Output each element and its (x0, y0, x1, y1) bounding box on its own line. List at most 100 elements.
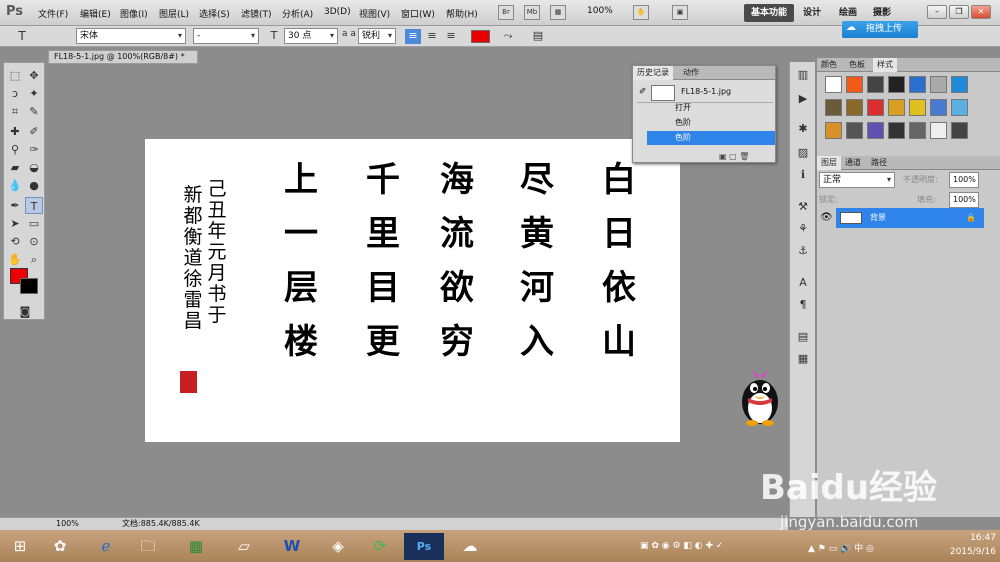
refresh-app-icon[interactable]: ⟳ (360, 533, 400, 560)
menu-filter[interactable]: 滤镜(T) (241, 7, 272, 20)
background-color[interactable] (20, 278, 38, 294)
adjustments-icon[interactable]: ✱ (794, 122, 812, 138)
clock-time[interactable]: 16:47 (948, 533, 996, 543)
chat-app-icon[interactable]: ◈ (318, 533, 358, 560)
notes-icon[interactable]: ▦ (794, 352, 812, 368)
tab-history[interactable]: 历史记录 (633, 66, 673, 80)
crop-tool-icon[interactable]: ⌗ (6, 103, 24, 120)
rectangle-tool-icon[interactable]: ▭ (25, 215, 43, 232)
canvas-image[interactable]: 白日依山 尽黄河入 海流欲穷 千里目更 上一层楼 己丑年元月书于 新都衡道徐雷昌 (145, 139, 680, 442)
file-explorer-icon[interactable]: 🗀 (128, 533, 168, 560)
swatches-icon[interactable]: ▥ (794, 68, 812, 84)
tool-preset-icon[interactable]: ⚓ (794, 244, 812, 260)
3d-orbit-icon[interactable]: ⊙ (25, 233, 43, 250)
style-swatch[interactable] (888, 122, 905, 139)
start-icon[interactable]: ⊞ (0, 533, 40, 560)
tab-actions[interactable]: 动作 (679, 66, 703, 80)
menu-3d[interactable]: 3D(D) (324, 7, 351, 17)
tab-paths[interactable]: 路径 (867, 156, 891, 170)
style-swatch[interactable] (825, 99, 842, 116)
menu-file[interactable]: 文件(F) (38, 7, 68, 20)
dodge-tool-icon[interactable]: ● (25, 177, 43, 194)
layer-comps-icon[interactable]: ▤ (794, 330, 812, 346)
blend-mode-select[interactable]: 正常 ▾ (819, 172, 895, 188)
zoom-select[interactable]: 100% (587, 6, 613, 16)
notebook-icon[interactable]: ▱ (224, 533, 264, 560)
layer-row-background[interactable]: 背景 🔒 (836, 208, 984, 228)
screen-mode-icon[interactable]: ▣ (672, 5, 688, 20)
clone-stamp-icon[interactable]: ⚲ (6, 141, 24, 158)
hand-icon[interactable]: ✋ (633, 5, 649, 20)
brush-tool-icon[interactable]: ✐ (25, 123, 43, 140)
style-swatch[interactable] (867, 122, 884, 139)
menu-select[interactable]: 选择(S) (199, 7, 230, 20)
hand-tool-icon[interactable]: ✋ (6, 251, 24, 268)
paint-bucket-icon[interactable]: ◒ (25, 159, 43, 176)
clone-source-icon[interactable]: ⚘ (794, 222, 812, 238)
style-swatch[interactable] (951, 76, 968, 93)
brush-preset-icon[interactable]: ⚒ (794, 200, 812, 216)
font-size-select[interactable]: 30 点 ▾ (284, 28, 338, 44)
tab-layers[interactable]: 图层 (817, 156, 841, 170)
style-swatch[interactable] (930, 76, 947, 93)
style-swatch[interactable] (909, 122, 926, 139)
style-swatch[interactable] (825, 76, 842, 93)
zoom-tool-icon[interactable]: ⌕ (25, 251, 43, 268)
style-swatch[interactable] (951, 122, 968, 139)
workspace-basic[interactable]: 基本功能 (744, 4, 795, 22)
document-tab[interactable]: FL18-5-1.jpg @ 100%(RGB/8#) * (48, 50, 198, 64)
blur-tool-icon[interactable]: 💧 (6, 177, 24, 194)
warp-text-icon[interactable]: ⤳ (500, 29, 516, 44)
style-swatch[interactable] (909, 99, 926, 116)
menu-help[interactable]: 帮助(H) (446, 7, 478, 20)
style-swatch[interactable] (846, 122, 863, 139)
paragraph-icon[interactable]: ¶ (794, 298, 812, 314)
internet-explorer-icon[interactable]: ℯ (86, 533, 126, 560)
mini-bridge-button[interactable]: Mb (524, 5, 540, 20)
style-swatch[interactable] (888, 99, 905, 116)
workspace-photo[interactable]: 摄影 (866, 4, 898, 22)
menu-view[interactable]: 视图(V) (359, 7, 390, 20)
history-snapshot[interactable]: ✐ FL18-5-1.jpg (637, 83, 773, 103)
magic-wand-icon[interactable]: ✦ (25, 85, 43, 102)
quick-mask-icon[interactable]: ◙ (16, 303, 34, 320)
style-swatch[interactable] (867, 99, 884, 116)
restore-button[interactable]: ❐ (949, 5, 969, 19)
history-item[interactable]: 色阶 (647, 116, 775, 130)
guides-icon[interactable]: ▦ (550, 5, 566, 20)
opacity-input[interactable]: 100% (949, 172, 979, 188)
zoom-level[interactable]: 100% (56, 518, 79, 530)
tray-icons[interactable]: ▣ ✿ ◉ ⚙ ◧ ◐ ✚ ✓ (640, 541, 723, 551)
3d-rotate-icon[interactable]: ⟲ (6, 233, 24, 250)
healing-brush-icon[interactable]: ✚ (6, 123, 24, 140)
anti-alias-select[interactable]: 锐利 ▾ (358, 28, 396, 44)
menu-window[interactable]: 窗口(W) (401, 7, 435, 20)
move-tool-icon[interactable]: ✥ (25, 67, 43, 84)
history-actions-icon[interactable]: ▣ ▢ 🗑 (719, 152, 749, 161)
font-family-select[interactable]: 宋体 ▾ (76, 28, 186, 44)
pen-tool-icon[interactable]: ✒ (6, 197, 24, 214)
menu-image[interactable]: 图像(I) (120, 7, 148, 20)
clock-date[interactable]: 2015/9/16 (938, 547, 996, 557)
play-icon[interactable]: ▶ (794, 92, 812, 108)
marquee-tool-icon[interactable]: ⬚ (6, 67, 24, 84)
type-tool-icon[interactable]: T (14, 29, 30, 44)
bridge-button[interactable]: Br (498, 5, 514, 20)
fill-input[interactable]: 100% (949, 192, 979, 208)
image-icon[interactable]: ▨ (794, 146, 812, 162)
align-center-icon[interactable]: ≡ (424, 29, 440, 44)
tab-swatches[interactable]: 色板 (845, 58, 869, 72)
photoshop-taskbar-icon[interactable]: Ps (404, 533, 444, 560)
style-swatch[interactable] (846, 99, 863, 116)
workspace-paint[interactable]: 绘画 (832, 4, 864, 22)
font-style-select[interactable]: - ▾ (193, 28, 259, 44)
path-select-icon[interactable]: ➤ (6, 215, 24, 232)
lasso-tool-icon[interactable]: ↄ (6, 85, 24, 102)
menu-analysis[interactable]: 分析(A) (282, 7, 313, 20)
tab-color[interactable]: 颜色 (817, 58, 841, 72)
menu-edit[interactable]: 编辑(E) (80, 7, 111, 20)
align-left-icon[interactable]: ≡ (405, 29, 421, 44)
character-panel-icon[interactable]: ▤ (530, 29, 546, 44)
history-item[interactable]: 打开 (647, 101, 775, 115)
eraser-icon[interactable]: ▰ (6, 159, 24, 176)
